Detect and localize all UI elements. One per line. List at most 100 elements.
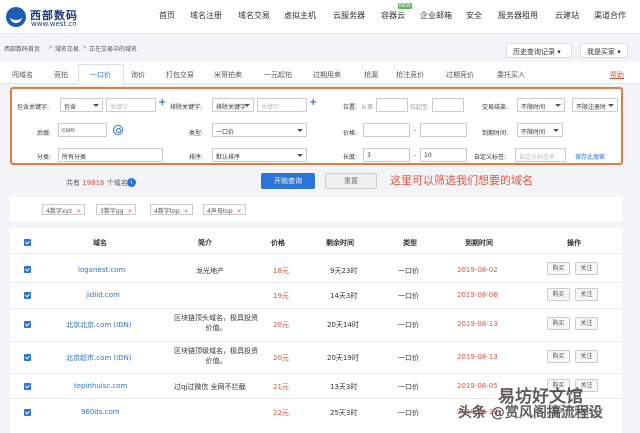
add-exclude-icon[interactable]: +: [309, 97, 317, 108]
search-icon[interactable]: [113, 125, 123, 135]
divider: [10, 282, 622, 283]
breadcrumb-domain-trade[interactable]: 域名交易: [55, 44, 79, 53]
tab-blind-domain[interactable]: 闯域名: [12, 70, 33, 80]
saved-tag[interactable]: 3数字gg ×: [96, 204, 137, 215]
domain-link[interactable]: jidiid.com: [86, 291, 120, 299]
col-actions: 操作: [567, 239, 581, 247]
tab-expired-bid[interactable]: 过期竞价: [446, 70, 474, 80]
divider: [10, 373, 622, 374]
position-end-input[interactable]: [432, 98, 464, 112]
saved-tag[interactable]: 4数字top ×: [150, 204, 193, 215]
expire-date: 2019-08-02: [457, 266, 498, 274]
trade-type: 一口价: [398, 409, 419, 417]
domain-link[interactable]: tepinhuisc.com: [74, 382, 127, 390]
nav-virtual-host[interactable]: 虚拟主机: [284, 10, 316, 21]
position-start-input[interactable]: [376, 98, 408, 112]
save-search-link[interactable]: 保存此搜索: [575, 152, 605, 161]
type-select[interactable]: 一口价: [212, 123, 307, 137]
breadcrumb-current: 正在交易中的域名: [89, 46, 138, 53]
col-type: 类型: [403, 239, 417, 247]
nav-security[interactable]: 安全: [466, 10, 482, 21]
follow-button[interactable]: 关注: [575, 288, 598, 301]
reset-button[interactable]: 重置: [325, 173, 377, 189]
length-max-input[interactable]: 10: [420, 148, 467, 162]
row-checkbox[interactable]: [24, 383, 31, 390]
breadcrumb-separator: >: [48, 44, 54, 51]
category-label: 分类:: [37, 154, 52, 161]
remove-tag-icon: ×: [76, 208, 82, 215]
domain-link[interactable]: 960ds.com: [81, 408, 120, 416]
remove-tag-icon: ×: [183, 208, 189, 215]
custom-tag-input[interactable]: 自定义标签名: [515, 148, 566, 162]
register-time-select[interactable]: 不限注册时: [572, 98, 618, 112]
tab-inquiry[interactable]: 询价: [131, 70, 145, 80]
buy-button[interactable]: 购买: [547, 317, 570, 330]
tab-commission-buy[interactable]: 委托买入: [497, 70, 525, 80]
nav-container-cloud[interactable]: 容器云: [381, 10, 405, 21]
domain-link[interactable]: loganest.com: [78, 266, 125, 274]
row-checkbox[interactable]: [24, 409, 31, 416]
sort-label: 排序:: [189, 154, 204, 161]
site-logo[interactable]: 西部数码 www.west.cn: [6, 5, 91, 29]
select-all-checkbox[interactable]: [24, 239, 31, 246]
row-checkbox[interactable]: [24, 354, 31, 361]
nav-home[interactable]: 首页: [159, 10, 175, 21]
follow-button[interactable]: 关注: [575, 350, 598, 363]
breadcrumb-home[interactable]: 西部数码首页: [4, 44, 40, 53]
history-dropdown[interactable]: 历史查询记录 ▾: [506, 43, 572, 58]
search-button[interactable]: 开始查询: [261, 173, 315, 189]
expire-select[interactable]: 不限时间: [517, 123, 563, 137]
remaining-time: 20天14时: [327, 321, 359, 329]
tab-fixed-price[interactable]: 一口价: [90, 70, 111, 80]
suffix-input[interactable]: com: [58, 123, 107, 137]
category-input[interactable]: 所有分类: [58, 148, 163, 162]
row-checkbox[interactable]: [24, 292, 31, 299]
domain-link[interactable]: 北京超市.com (IDN): [66, 353, 132, 363]
logo-mark-icon: [6, 7, 26, 27]
type-label: 类型:: [189, 130, 204, 137]
row-checkbox[interactable]: [24, 266, 31, 273]
nav-domain-register[interactable]: 域名注册: [190, 10, 222, 21]
row-checkbox[interactable]: [24, 321, 31, 328]
buy-button[interactable]: 购买: [547, 288, 570, 301]
buy-button[interactable]: 购买: [547, 350, 570, 363]
trade-end-select[interactable]: 不限时间: [517, 98, 565, 112]
col-intro: 简介: [198, 239, 212, 247]
domain-link[interactable]: 北京北京.com (IDN): [66, 320, 132, 330]
nav-domain-trade[interactable]: 域名交易: [238, 10, 270, 21]
col-domain: 域名: [93, 239, 107, 247]
saved-tag[interactable]: 4数字xyz ×: [42, 204, 86, 215]
top-navbar: 西部数码 www.west.cn 首页 域名注册 域名交易 虚拟主机 云服务器 …: [0, 0, 640, 34]
saved-tag[interactable]: 4声母top ×: [203, 204, 246, 215]
exclude-mode-select[interactable]: 排除关键字: [212, 98, 254, 112]
include-keyword-input[interactable]: 关键字: [106, 98, 156, 112]
buy-button[interactable]: 购买: [547, 262, 570, 275]
tab-bundle[interactable]: 打包交易: [166, 70, 194, 80]
custom-tag-label: 自定义标签:: [474, 154, 507, 161]
nav-enterprise-mail[interactable]: 企业邮箱: [420, 10, 452, 21]
follow-button[interactable]: 关注: [575, 317, 598, 330]
tab-mige-auction[interactable]: 米哥拍卖: [214, 70, 242, 80]
tab-catch[interactable]: 抢漏: [364, 70, 378, 80]
follow-button[interactable]: 关注: [575, 262, 598, 275]
price-max-input[interactable]: [420, 123, 467, 137]
add-include-icon[interactable]: +: [158, 97, 166, 108]
nav-cloud-server[interactable]: 云服务器: [333, 10, 365, 21]
sort-select[interactable]: 默认排序: [212, 148, 307, 162]
nav-server-rental[interactable]: 服务器租用: [498, 10, 538, 21]
role-dropdown[interactable]: 我是买家 ▾: [580, 43, 628, 58]
tab-auction[interactable]: 竞拍: [54, 70, 68, 80]
nav-site-builder[interactable]: 云建站: [555, 10, 579, 21]
include-mode-select[interactable]: 包含: [60, 98, 103, 112]
tab-expired-sale[interactable]: 过期用卖: [313, 70, 341, 80]
nav-channel[interactable]: 渠道合作: [594, 10, 626, 21]
exclude-keyword-input[interactable]: 关键字: [257, 98, 307, 112]
length-min-input[interactable]: 3: [363, 148, 410, 162]
remaining-time: 20天19时: [327, 354, 359, 362]
tab-rush-bid[interactable]: 抢注竞价: [396, 70, 424, 80]
info-icon[interactable]: i: [127, 178, 136, 187]
help-link[interactable]: 帮助: [610, 70, 624, 80]
tab-one-yuan[interactable]: 一元起拍: [264, 70, 292, 80]
price-min-input[interactable]: [363, 123, 410, 137]
new-badge: NEW: [398, 3, 412, 9]
